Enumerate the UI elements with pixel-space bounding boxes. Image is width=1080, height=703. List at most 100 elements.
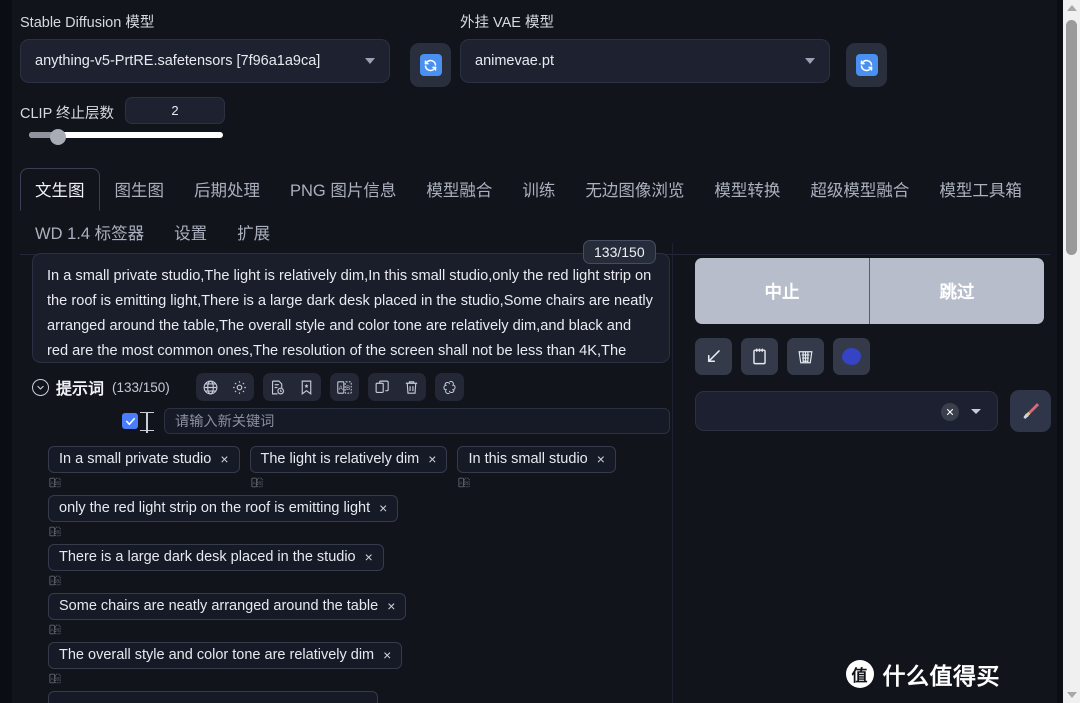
translate-ab-icon[interactable]: AB [48, 525, 62, 538]
clip-skip-number-input[interactable]: 2 [125, 97, 225, 124]
tag-row: There is a large dark desk placed in the… [48, 544, 668, 587]
svg-text:A: A [51, 578, 55, 584]
tab-list: 文生图 图生图 后期处理 PNG 图片信息 模型融合 训练 无边图像浏览 模型转换 超级模型融合… [20, 168, 1050, 254]
tag-row: Some chairs are neatly arranged around t… [48, 593, 668, 636]
remove-tag-icon[interactable]: × [383, 648, 391, 662]
tab-7[interactable]: 模型转换 [699, 168, 795, 211]
bookmark-star-icon[interactable] [292, 373, 321, 401]
refresh-sd-model-button[interactable] [410, 43, 451, 87]
keyword-tag[interactable]: There is a large dark desk placed in the… [48, 544, 384, 571]
globe-icon[interactable] [196, 373, 225, 401]
tab-label: 后期处理 [194, 182, 260, 200]
prompt-toolbar: 提示词 (133/150) A B [32, 371, 670, 403]
sd-model-select[interactable]: anything-v5-PrtRE.safetensors [7f96a1a9c… [20, 39, 390, 83]
scroll-down-arrow-icon[interactable] [1066, 692, 1077, 698]
chevron-down-circle-icon[interactable] [32, 378, 49, 396]
tab-5[interactable]: 训练 [507, 168, 570, 211]
slider-handle[interactable] [50, 129, 67, 145]
translate-ab-icon[interactable]: AB [48, 476, 62, 489]
keyword-tag[interactable]: Some chairs are neatly arranged around t… [48, 593, 407, 620]
page-body: Stable Diffusion 模型 anything-v5-PrtRE.sa… [12, 0, 1063, 703]
page-scrollbar[interactable] [1063, 0, 1080, 703]
tab-label: WD 1.4 标签器 [35, 225, 145, 243]
tab-label: 图生图 [114, 182, 165, 200]
recycle-bin-icon[interactable] [787, 338, 824, 375]
notepad-icon[interactable] [741, 338, 778, 375]
remove-tag-icon[interactable]: × [220, 452, 228, 466]
style-selector-row [695, 390, 1051, 432]
copy-icon[interactable] [368, 373, 397, 401]
translate-ab-icon[interactable]: AB [250, 476, 264, 489]
translate-ab-icon[interactable]: AB [457, 476, 471, 489]
new-keyword-row: 请输入新关键词 [122, 408, 670, 434]
abort-button[interactable]: 中止 [695, 258, 870, 324]
refresh-icon [419, 54, 442, 76]
close-circle-icon[interactable] [941, 403, 959, 421]
arrow-down-left-icon[interactable] [695, 338, 732, 375]
keyword-tag[interactable]: only the red light strip on the roof is … [48, 495, 399, 522]
tab-3[interactable]: PNG 图片信息 [275, 168, 411, 211]
toolbar-group-ab: A B [329, 373, 359, 401]
keyword-tag-label: The light is relatively dim [260, 451, 420, 467]
paintbrush-button[interactable] [1010, 390, 1051, 432]
sd-model-group: Stable Diffusion 模型 anything-v5-PrtRE.sa… [20, 14, 390, 83]
translate-ab-icon[interactable]: AB [48, 672, 62, 685]
prompt-char-counter-badge: 133/150 [583, 240, 656, 264]
scroll-up-arrow-icon[interactable] [1066, 5, 1077, 11]
keyword-tag[interactable]: The overall style and color tone are rel… [48, 642, 403, 669]
vae-model-select[interactable]: animevae.pt [460, 39, 830, 83]
vae-model-value: animevae.pt [475, 53, 554, 69]
prompt-section-count: (133/150) [112, 379, 170, 395]
right-column: 中止 跳过 [684, 243, 1051, 703]
tab-label: 模型融合 [426, 182, 493, 200]
tab-label: 训练 [522, 182, 556, 200]
remove-tag-icon[interactable]: × [365, 550, 373, 564]
prompt-text: In a small private studio,The light is r… [47, 268, 653, 359]
tab-label: 扩展 [237, 225, 271, 243]
tab-8[interactable]: 超级模型融合 [795, 168, 924, 211]
tab-0[interactable]: 文生图 [20, 168, 100, 211]
translate-ab-icon[interactable]: AB [48, 574, 62, 587]
prompt-textarea[interactable]: In a small private studio,The light is r… [32, 253, 670, 363]
clip-skip-label: CLIP 终止层数 [20, 106, 115, 122]
tag-chip-group: only the red light strip on the roof is … [48, 495, 668, 522]
tab-9[interactable]: 模型工具箱 [924, 168, 1037, 211]
toolbar-group-openai [434, 373, 464, 401]
tag-translate-row: AB [48, 623, 668, 636]
remove-tag-icon[interactable]: × [379, 501, 387, 515]
scrollbar-thumb[interactable] [1066, 20, 1077, 255]
keyword-tag-label: In this small studio [468, 451, 588, 467]
chevron-down-icon[interactable] [971, 409, 981, 414]
remove-tag-icon[interactable]: × [428, 452, 436, 466]
vae-model-group: 外挂 VAE 模型 animevae.pt [460, 14, 830, 83]
new-keyword-input[interactable]: 请输入新关键词 [164, 408, 670, 434]
translate-ab-icon[interactable]: A B [330, 373, 359, 401]
tag-row: The overall style and color tone are rel… [48, 642, 668, 685]
keyword-tag[interactable]: In this small studio × [457, 446, 616, 473]
openai-logo-icon[interactable] [435, 373, 464, 401]
keyword-tag-label: The overall style and color tone are rel… [59, 647, 375, 663]
remove-tag-icon[interactable]: × [597, 452, 605, 466]
skip-button[interactable]: 跳过 [870, 258, 1044, 324]
tab-1[interactable]: 图生图 [100, 168, 180, 211]
text-cursor-icon [140, 411, 154, 433]
keyword-checkbox[interactable] [122, 413, 138, 429]
toolbar-group-edit [367, 373, 426, 401]
tab-label: 模型工具箱 [939, 182, 1022, 200]
history-document-icon[interactable] [263, 373, 292, 401]
keyword-tag[interactable]: In a small private studio × [48, 446, 240, 473]
tab-6[interactable]: 无边图像浏览 [570, 168, 699, 211]
remove-tag-icon[interactable]: × [387, 599, 395, 613]
watermark: 值 什么值得买 [845, 657, 1001, 691]
refresh-vae-model-button[interactable] [846, 43, 887, 87]
style-select[interactable] [695, 391, 998, 431]
keyword-tag[interactable] [48, 691, 378, 703]
gear-icon[interactable] [225, 373, 254, 401]
tab-4[interactable]: 模型融合 [411, 168, 507, 211]
keyword-tag[interactable]: The light is relatively dim × [249, 446, 448, 473]
translate-ab-icon[interactable]: AB [48, 623, 62, 636]
trash-icon[interactable] [397, 373, 426, 401]
tab-2[interactable]: 后期处理 [179, 168, 275, 211]
clip-skip-slider[interactable] [29, 129, 223, 145]
blue-blob-icon[interactable] [833, 338, 870, 375]
